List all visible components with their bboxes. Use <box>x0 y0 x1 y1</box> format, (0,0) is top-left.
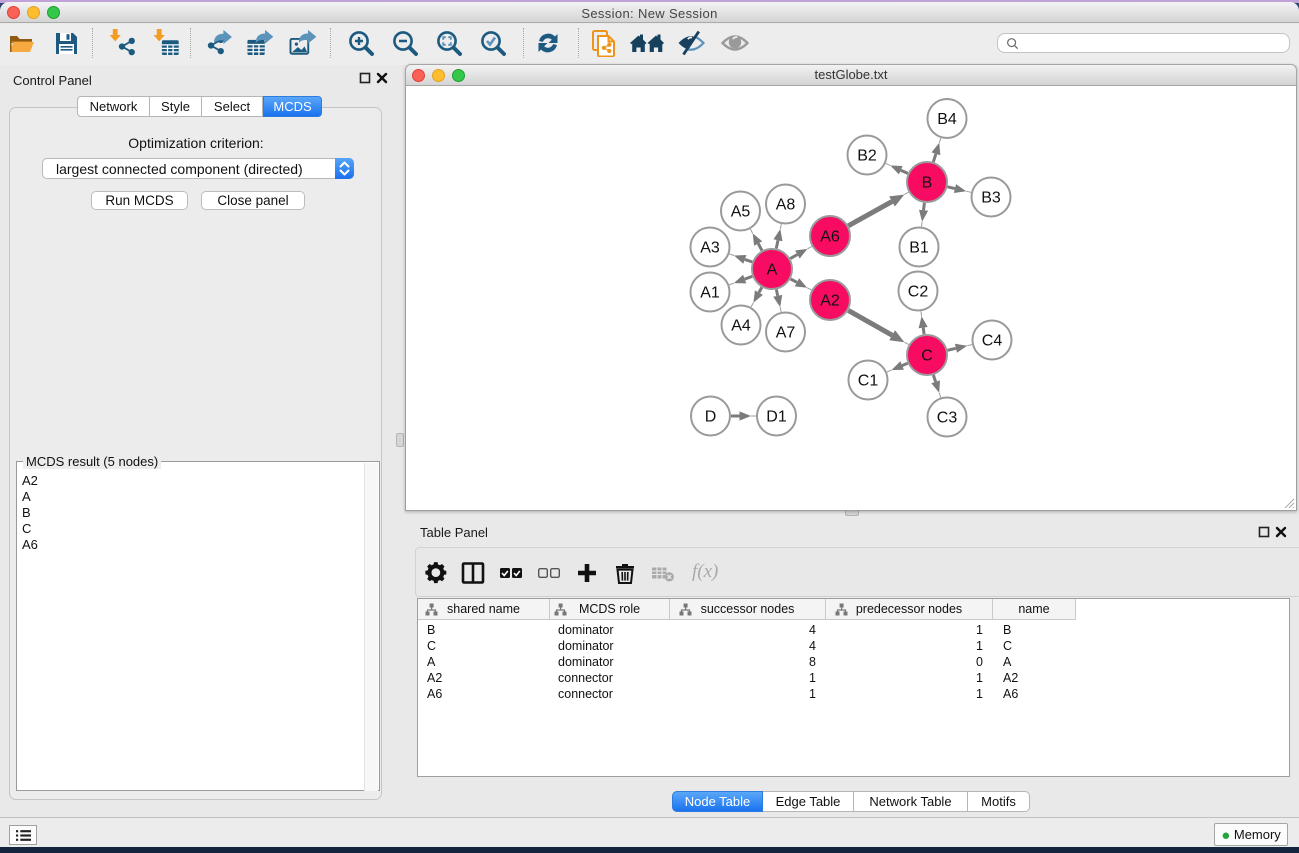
svg-text:C4: C4 <box>982 333 1003 350</box>
svg-text:C: C <box>921 348 933 365</box>
svg-text:C3: C3 <box>937 410 958 427</box>
svg-text:A1: A1 <box>700 285 720 302</box>
svg-text:D: D <box>705 409 717 426</box>
svg-text:B3: B3 <box>981 190 1001 207</box>
svg-text:B2: B2 <box>857 148 877 165</box>
svg-text:C1: C1 <box>858 373 879 390</box>
svg-text:A: A <box>767 262 778 279</box>
svg-text:A6: A6 <box>820 229 840 246</box>
svg-text:B1: B1 <box>909 240 929 257</box>
svg-text:A5: A5 <box>731 204 751 221</box>
svg-text:A8: A8 <box>776 197 796 214</box>
svg-text:A3: A3 <box>700 240 720 257</box>
svg-text:D1: D1 <box>766 409 787 426</box>
svg-text:A2: A2 <box>820 293 840 310</box>
svg-text:C2: C2 <box>908 284 929 301</box>
svg-text:A7: A7 <box>776 325 796 342</box>
svg-text:B: B <box>922 175 933 192</box>
svg-text:B4: B4 <box>937 111 957 128</box>
svg-text:A4: A4 <box>731 318 751 335</box>
